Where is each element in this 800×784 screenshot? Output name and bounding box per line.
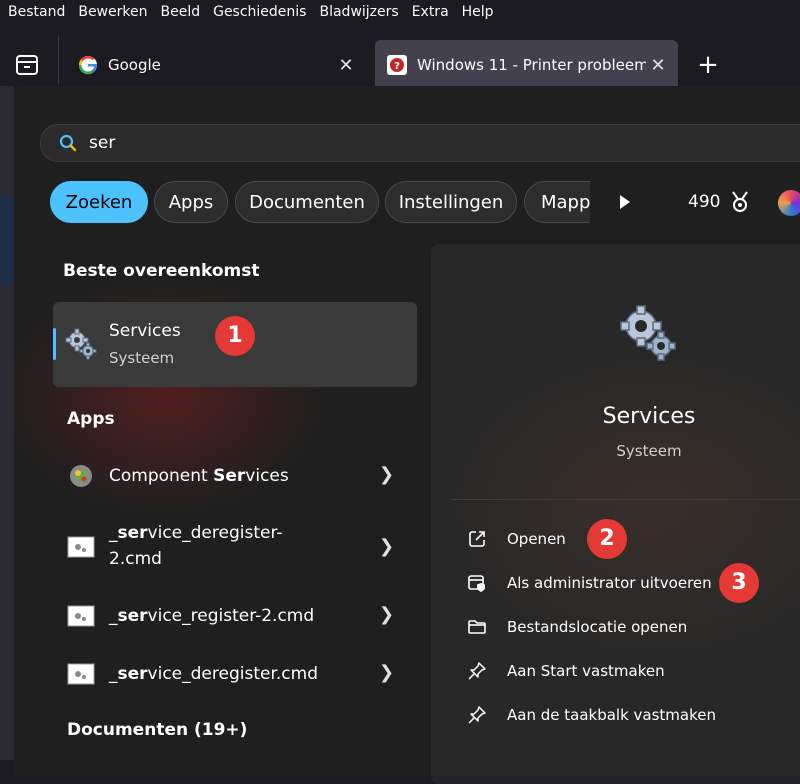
tab-close-button[interactable]: ✕	[646, 55, 670, 76]
chevron-right-icon[interactable]: ❯	[379, 662, 394, 683]
action-label: Aan de taakbalk vastmaken	[507, 706, 716, 724]
gear-icon	[65, 328, 97, 360]
menu-bar: Bestand Bewerken Beeld Geschiedenis Blad…	[0, 0, 800, 24]
best-match-heading: Beste overeenkomst	[63, 261, 260, 281]
open-external-icon	[469, 531, 485, 547]
cmd-file-icon	[67, 663, 95, 685]
cmd-file-icon	[67, 536, 95, 558]
site-favicon-icon: ?	[387, 55, 407, 75]
page-background-strip	[0, 86, 14, 760]
menu-help[interactable]: Help	[462, 4, 494, 20]
list-item-label: _service_deregister- 2.cmd	[109, 523, 283, 569]
gear-icon	[620, 305, 676, 361]
annotation-badge-2: 2	[587, 519, 627, 559]
action-label: Aan Start vastmaken	[507, 662, 665, 680]
shield-admin-icon	[468, 575, 485, 592]
apps-heading: Apps	[67, 409, 115, 429]
annotation-badge-1: 1	[215, 316, 255, 356]
detail-title: Services	[602, 404, 696, 429]
filter-zoeken[interactable]: Zoeken	[50, 181, 148, 223]
action-open-file-location[interactable]: Bestandslocatie openen	[467, 612, 687, 642]
avatar[interactable]	[778, 190, 800, 216]
tab-bar: Google ✕ ? Windows 11 - Printer probleem…	[0, 24, 800, 90]
menu-extra[interactable]: Extra	[412, 4, 449, 20]
new-tab-button[interactable]: +	[696, 52, 720, 78]
search-input[interactable]	[89, 133, 689, 153]
action-label: Openen	[507, 530, 566, 548]
list-item-label: Component Services	[109, 466, 289, 486]
documents-heading: Documenten (19+)	[67, 720, 248, 740]
filter-mappen[interactable]: Mapp	[524, 181, 590, 223]
pin-icon	[468, 662, 486, 680]
list-item[interactable]: _service_deregister- 2.cmd ❯	[53, 518, 417, 576]
search-icon	[59, 134, 77, 152]
folder-icon	[468, 620, 486, 634]
menu-beeld[interactable]: Beeld	[160, 4, 200, 20]
list-item[interactable]: _service_register-2.cmd ❯	[53, 600, 417, 632]
tab-windows-printer[interactable]: ? Windows 11 - Printer probleem | ✕	[375, 40, 678, 90]
filter-instellingen[interactable]: Instellingen	[385, 181, 517, 223]
medal-icon[interactable]	[728, 190, 752, 214]
filter-documenten[interactable]: Documenten	[235, 181, 379, 223]
play-icon[interactable]	[618, 193, 632, 211]
cmd-file-icon	[67, 605, 95, 627]
chevron-right-icon[interactable]: ❯	[379, 536, 394, 557]
action-run-as-admin[interactable]: Als administrator uitvoeren	[467, 568, 712, 598]
menu-bladwijzers[interactable]: Bladwijzers	[319, 4, 398, 20]
action-pin-to-start[interactable]: Aan Start vastmaken	[467, 656, 665, 686]
action-label: Als administrator uitvoeren	[507, 574, 712, 592]
list-item-label: _service_deregister.cmd	[109, 664, 318, 684]
divider	[451, 499, 800, 500]
action-label: Bestandslocatie openen	[507, 618, 688, 636]
chevron-right-icon[interactable]: ❯	[379, 464, 394, 485]
tab-title: Google	[108, 56, 161, 74]
filter-apps[interactable]: Apps	[154, 181, 228, 223]
tab-separator	[58, 36, 59, 84]
action-openen[interactable]: Openen	[467, 524, 566, 554]
best-match-type: Systeem	[109, 349, 175, 367]
menu-bewerken[interactable]: Bewerken	[78, 4, 147, 20]
list-item[interactable]: Component Services ❯	[53, 456, 417, 496]
list-item-label: _service_register-2.cmd	[109, 606, 315, 626]
detail-pane: Services Systeem Openen Als administrato…	[431, 244, 800, 784]
menu-geschiedenis[interactable]: Geschiedenis	[213, 4, 306, 20]
pin-icon	[468, 706, 486, 724]
list-item[interactable]: _service_deregister.cmd ❯	[53, 658, 417, 690]
component-services-icon	[70, 465, 92, 487]
page-background-block	[0, 196, 14, 286]
annotation-badge-3: 3	[719, 563, 759, 603]
tab-list-icon[interactable]	[15, 54, 39, 76]
google-icon	[78, 55, 97, 75]
tab-google[interactable]: Google ✕	[66, 40, 366, 90]
best-match-name: Services	[109, 321, 181, 341]
detail-subtitle: Systeem	[616, 442, 682, 460]
tab-close-button[interactable]: ✕	[334, 55, 358, 76]
selection-indicator	[53, 328, 56, 360]
chevron-right-icon[interactable]: ❯	[379, 604, 394, 625]
svg-text:?: ?	[394, 61, 400, 72]
menu-bestand[interactable]: Bestand	[8, 4, 65, 20]
search-box[interactable]	[40, 124, 800, 162]
rewards-points: 490	[688, 192, 721, 212]
action-pin-to-taskbar[interactable]: Aan de taakbalk vastmaken	[467, 700, 716, 730]
tab-title: Windows 11 - Printer probleem |	[417, 56, 646, 74]
